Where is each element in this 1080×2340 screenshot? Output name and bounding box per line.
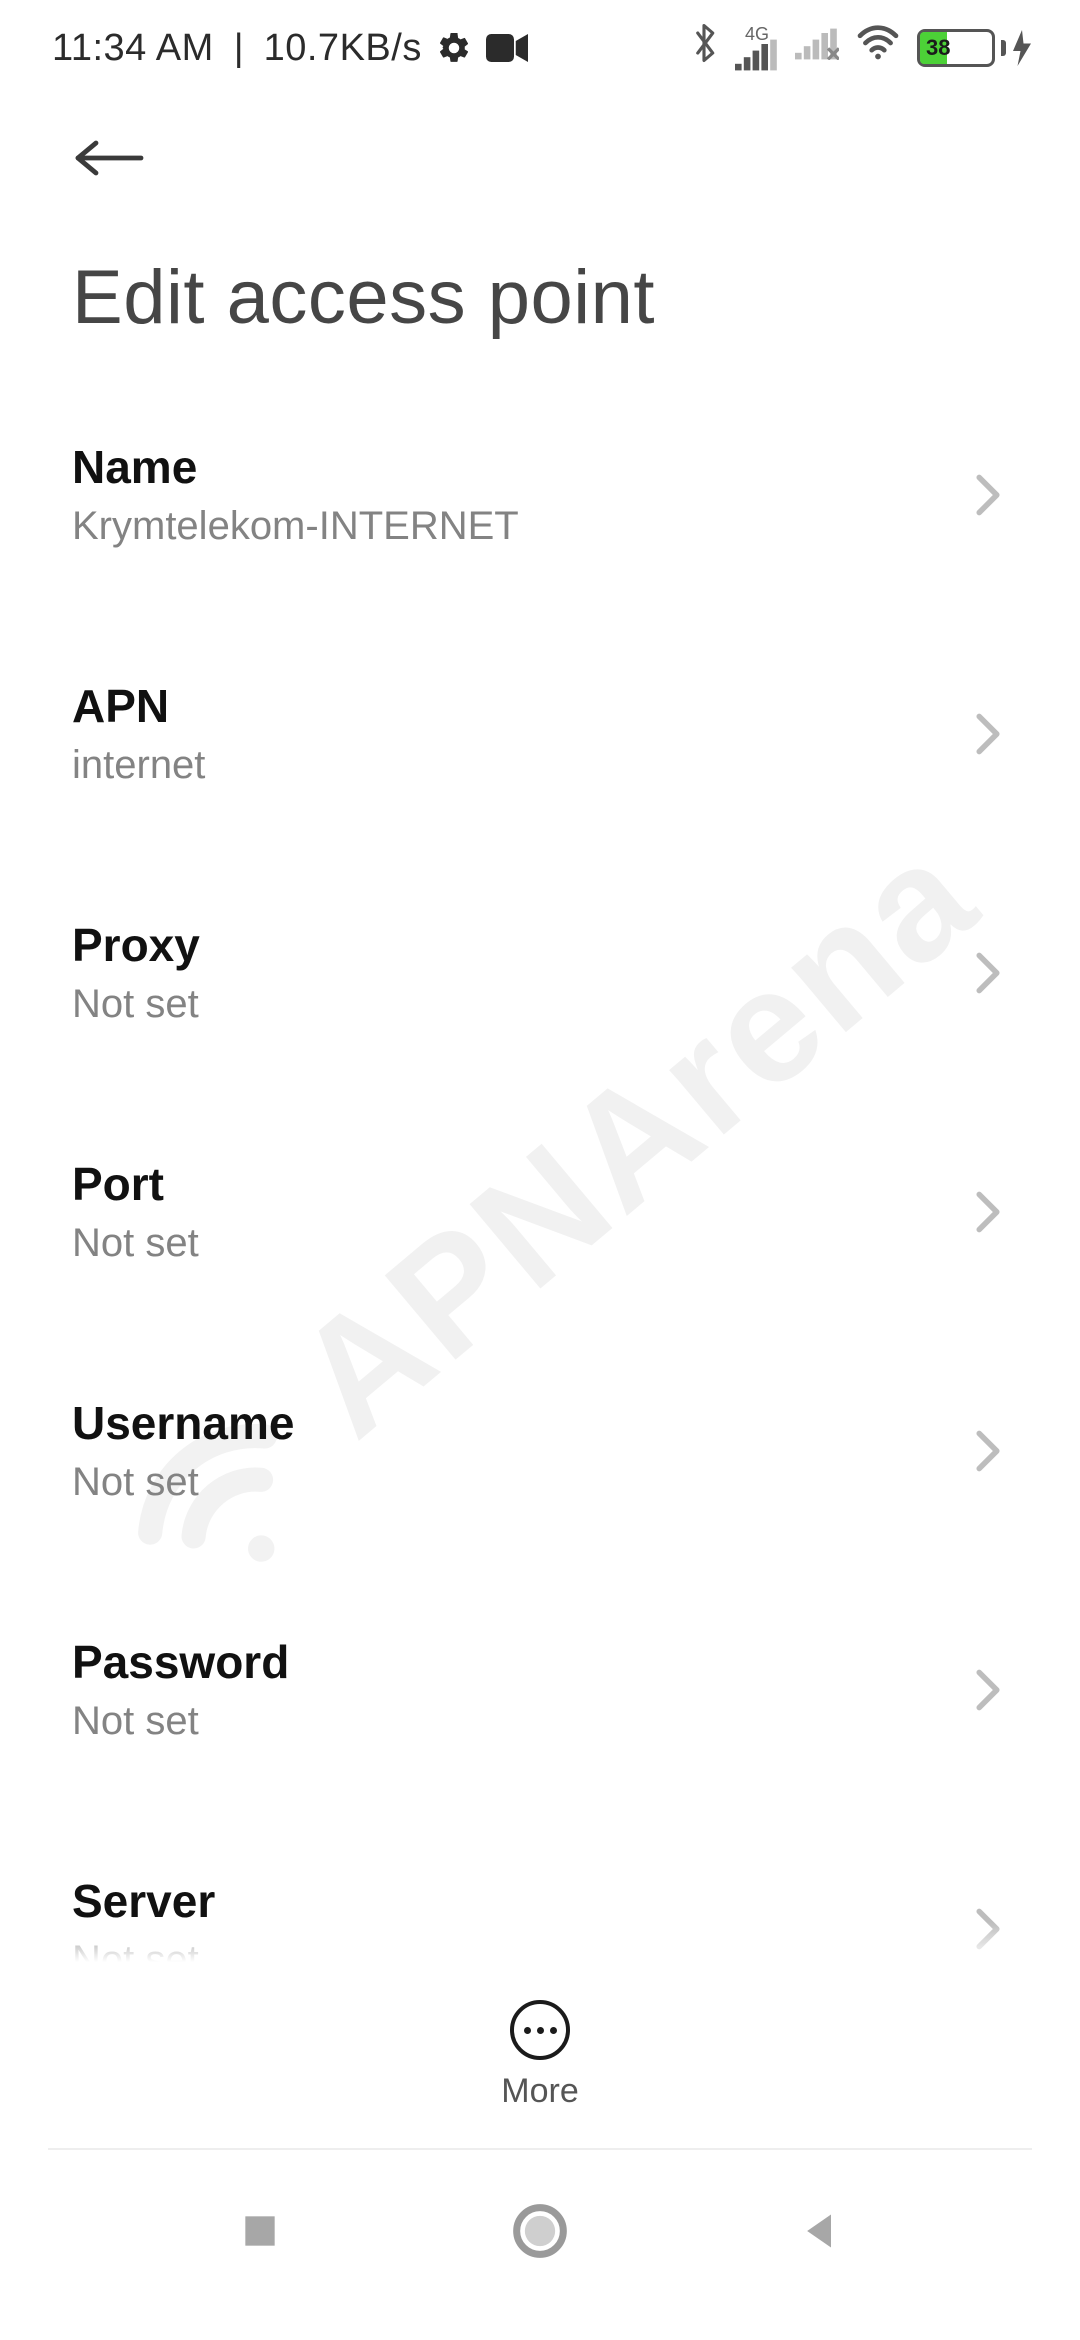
setting-label: Proxy (72, 918, 968, 972)
chevron-right-icon (968, 1431, 1008, 1471)
system-nav-bar (0, 2152, 1080, 2340)
arrow-left-icon (72, 134, 144, 182)
triangle-left-icon (798, 2209, 842, 2253)
circle-icon (512, 2203, 568, 2259)
bottom-divider (48, 2148, 1032, 2150)
setting-label: Port (72, 1157, 968, 1211)
more-button[interactable]: More (501, 2000, 578, 2111)
setting-row-apn[interactable]: APN internet (0, 635, 1080, 832)
setting-label: Server (72, 1874, 968, 1928)
setting-row-password[interactable]: Password Not set (0, 1591, 1080, 1788)
square-icon (238, 2209, 282, 2253)
setting-row-server[interactable]: Server Not set (0, 1830, 1080, 1962)
more-horizontal-icon (510, 2000, 570, 2060)
setting-row-port[interactable]: Port Not set (0, 1113, 1080, 1310)
chevron-right-icon (968, 1909, 1008, 1949)
setting-label: Username (72, 1396, 968, 1450)
wifi-icon (855, 25, 901, 71)
nav-back-button[interactable] (780, 2191, 860, 2271)
signal-sim2 (795, 27, 839, 70)
nav-recents-button[interactable] (220, 2191, 300, 2271)
nav-home-button[interactable] (500, 2191, 580, 2271)
chevron-right-icon (968, 475, 1008, 515)
back-button[interactable] (72, 118, 152, 198)
setting-row-username[interactable]: Username Not set (0, 1352, 1080, 1549)
chevron-right-icon (968, 714, 1008, 754)
status-net-speed: 10.7KB/s (264, 27, 422, 70)
settings-list: Name Krymtelekom-INTERNET APN internet P… (0, 396, 1080, 1962)
page-title: Edit access point (72, 254, 1008, 341)
bluetooth-icon (689, 21, 719, 75)
signal-sim1: 4G (735, 25, 779, 71)
more-label: More (501, 2072, 578, 2111)
setting-row-name[interactable]: Name Krymtelekom-INTERNET (0, 396, 1080, 593)
video-camera-icon (486, 33, 528, 63)
chevron-right-icon (968, 1670, 1008, 1710)
status-bar: 11:34 AM | 10.7KB/s 4G 38 (0, 0, 1080, 96)
setting-value: Not set (72, 1460, 968, 1505)
action-bar: More (0, 1962, 1080, 2148)
gear-icon (436, 30, 472, 66)
setting-value: Krymtelekom-INTERNET (72, 504, 968, 549)
charging-icon (1012, 30, 1032, 66)
battery-percent: 38 (926, 35, 950, 61)
setting-value: Not set (72, 1699, 968, 1744)
status-time: 11:34 AM (52, 27, 214, 70)
setting-row-proxy[interactable]: Proxy Not set (0, 874, 1080, 1071)
chevron-right-icon (968, 1192, 1008, 1232)
setting-label: Password (72, 1635, 968, 1689)
setting-value: Not set (72, 982, 968, 1027)
battery-indicator: 38 (917, 29, 1032, 67)
chevron-right-icon (968, 953, 1008, 993)
setting-label: APN (72, 679, 968, 733)
setting-value: Not set (72, 1221, 968, 1266)
setting-value: internet (72, 743, 968, 788)
status-separator: | (234, 27, 244, 70)
setting-value: Not set (72, 1938, 968, 1962)
setting-label: Name (72, 440, 968, 494)
